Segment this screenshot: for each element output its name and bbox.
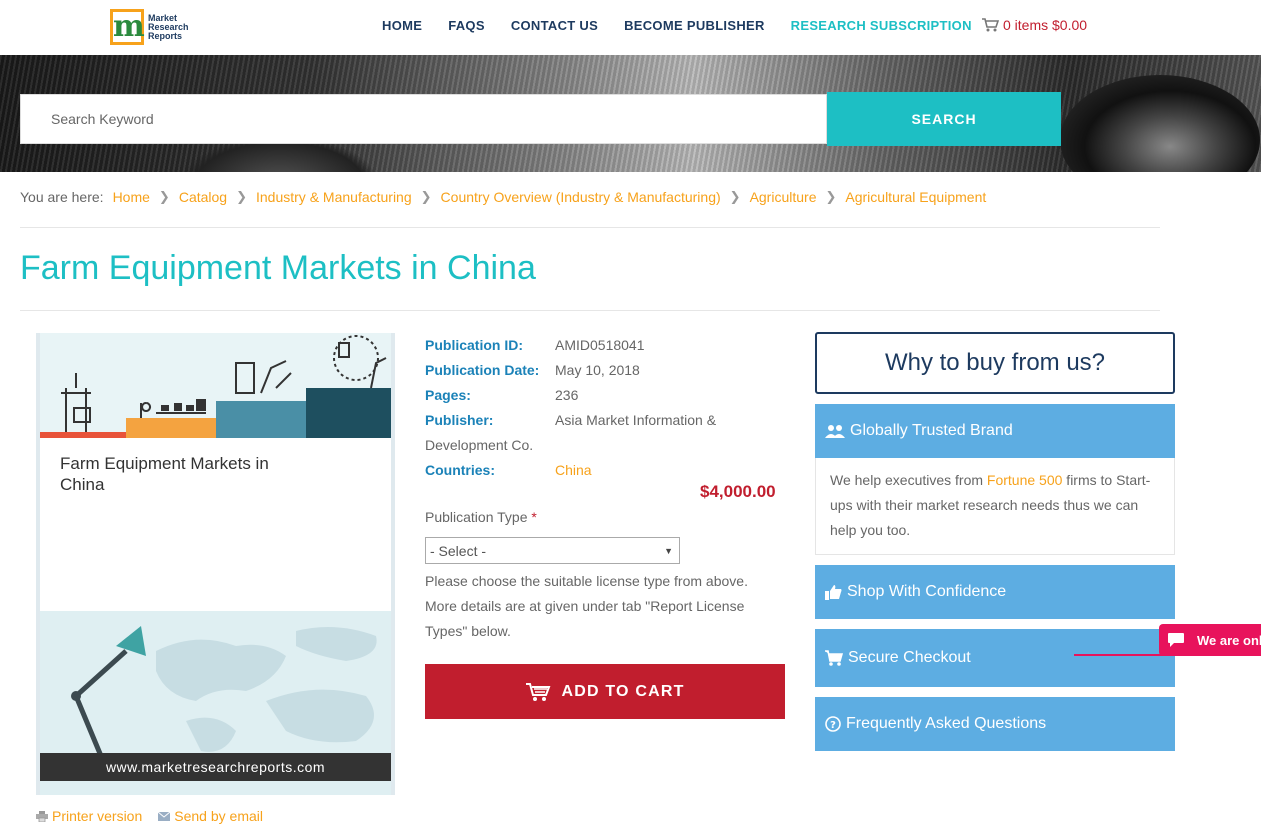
cart-link[interactable]: 0 items $0.00 [981, 17, 1087, 33]
search-button[interactable]: SEARCH [827, 92, 1061, 146]
question-circle-icon: ? [825, 716, 841, 732]
breadcrumb-country-overview[interactable]: Country Overview (Industry & Manufacturi… [441, 189, 721, 205]
svg-text:?: ? [830, 720, 836, 731]
cart-summary: 0 items $0.00 [1003, 17, 1088, 33]
breadcrumb: You are here: Home ❯ Catalog ❯ Industry … [20, 189, 986, 205]
printer-version-label: Printer version [52, 808, 143, 824]
cart-icon [825, 650, 843, 666]
detail-row-pages: Pages: 236 [425, 383, 785, 408]
chevron-right-icon: ❯ [729, 189, 741, 204]
cover-illustration-factory [40, 333, 391, 438]
select-value: - Select - [430, 542, 487, 559]
detail-label: Countries: [425, 462, 495, 478]
chevron-right-icon: ❯ [420, 189, 432, 204]
country-link[interactable]: China [555, 458, 592, 483]
send-by-email-label: Send by email [174, 808, 263, 824]
globally-trusted-brand-header[interactable]: Globally Trusted Brand [815, 404, 1175, 458]
pages-value: 236 [555, 387, 579, 403]
main-nav: HOME FAQS CONTACT US BECOME PUBLISHER RE… [382, 18, 998, 33]
chevron-right-icon: ❯ [158, 189, 170, 204]
chat-label: We are online [1197, 632, 1261, 648]
live-chat-widget[interactable]: We are online [1159, 624, 1261, 656]
globally-trusted-brand-body: We help executives from Fortune 500 firm… [815, 458, 1175, 555]
panel-title: Frequently Asked Questions [846, 715, 1047, 732]
publisher-value-line1: Asia Market Information & [555, 412, 717, 428]
publisher-value-line2: Development Co. [425, 437, 534, 453]
nav-faqs[interactable]: FAQS [448, 18, 485, 33]
cart-icon [982, 18, 999, 32]
cover-title: Farm Equipment Markets in China [60, 454, 269, 494]
chevron-right-icon: ❯ [236, 189, 247, 204]
publication-type-select[interactable]: - Select - ▼ [425, 537, 680, 564]
detail-label: Publisher: [425, 412, 494, 428]
secure-checkout-header[interactable]: Secure Checkout [815, 629, 1175, 687]
breadcrumb-lead: You are here: [20, 189, 104, 205]
site-header: m Market Research Reports HOME FAQS CONT… [0, 0, 1261, 55]
nav-contact-us[interactable]: CONTACT US [511, 18, 598, 33]
send-by-email-link[interactable]: Send by email [158, 808, 263, 824]
panel-title: Secure Checkout [848, 649, 971, 666]
trusted-body-text: We help executives from [830, 472, 987, 488]
shop-with-confidence-header[interactable]: Shop With Confidence [815, 565, 1175, 619]
detail-row-countries: Countries: China [425, 458, 785, 483]
panel-title: Shop With Confidence [847, 583, 1007, 600]
detail-row-publisher: Publisher: Asia Market Information & [425, 408, 785, 433]
publication-id-value: AMID0518041 [555, 337, 645, 353]
chat-bubble-icon [1168, 633, 1184, 647]
cart-icon [526, 682, 551, 701]
cover-url: www.marketresearchreports.com [40, 753, 391, 781]
users-icon [825, 425, 845, 438]
factory-illustration-icon [40, 335, 391, 438]
logo-icon: m [110, 9, 145, 45]
printer-version-link[interactable]: Printer version [36, 808, 142, 824]
nav-research-subscription[interactable]: RESEARCH SUBSCRIPTION [791, 18, 972, 33]
site-logo[interactable]: m Market Research Reports [110, 8, 192, 46]
publication-details: Publication ID: AMID0518041 Publication … [425, 333, 785, 483]
report-cover: Farm Equipment Markets in China www.mark… [36, 333, 395, 795]
breadcrumb-agricultural-equipment[interactable]: Agricultural Equipment [845, 189, 986, 205]
search-input[interactable]: Search Keyword [20, 94, 827, 144]
breadcrumb-catalog[interactable]: Catalog [179, 189, 227, 205]
license-help-text: Please choose the suitable license type … [425, 573, 748, 639]
breadcrumb-agriculture[interactable]: Agriculture [750, 189, 817, 205]
publication-type-text: Publication Type [425, 509, 528, 525]
chat-accent-line [1074, 654, 1164, 656]
email-icon [158, 811, 171, 821]
caret-down-icon: ▼ [664, 545, 673, 556]
price: $4,000.00 [700, 482, 776, 501]
why-buy-title: Why to buy from us? [815, 332, 1175, 394]
chevron-right-icon: ❯ [825, 189, 837, 204]
detail-label: Pages: [425, 387, 471, 403]
fortune-500-highlight: Fortune 500 [986, 472, 1063, 488]
breadcrumb-home[interactable]: Home [113, 189, 150, 205]
page-title: Farm Equipment Markets in China [20, 249, 536, 287]
divider [20, 310, 1160, 311]
thumbs-up-icon [825, 585, 842, 600]
nav-become-publisher[interactable]: BECOME PUBLISHER [624, 18, 765, 33]
publication-type-label: Publication Type * [425, 509, 537, 525]
cover-actions: Printer version Send by email [36, 808, 279, 824]
breadcrumb-industry[interactable]: Industry & Manufacturing [256, 189, 412, 205]
detail-label: Publication Date: [425, 362, 540, 378]
logo-text-line: Reports [148, 30, 183, 41]
detail-row-publication-id: Publication ID: AMID0518041 [425, 333, 785, 358]
publication-date-value: May 10, 2018 [555, 362, 640, 378]
hero-banner: Search Keyword SEARCH [0, 55, 1261, 172]
nav-home[interactable]: HOME [382, 18, 422, 33]
printer-icon [36, 810, 48, 822]
panel-title: Globally Trusted Brand [850, 422, 1013, 439]
add-to-cart-button[interactable]: ADD TO CART [425, 664, 785, 719]
faq-header[interactable]: ? Frequently Asked Questions [815, 697, 1175, 751]
add-to-cart-label: ADD TO CART [561, 682, 685, 700]
detail-label: Publication ID: [425, 337, 523, 353]
divider [20, 227, 1160, 228]
required-mark: * [531, 509, 537, 525]
detail-row-publication-date: Publication Date: May 10, 2018 [425, 358, 785, 383]
